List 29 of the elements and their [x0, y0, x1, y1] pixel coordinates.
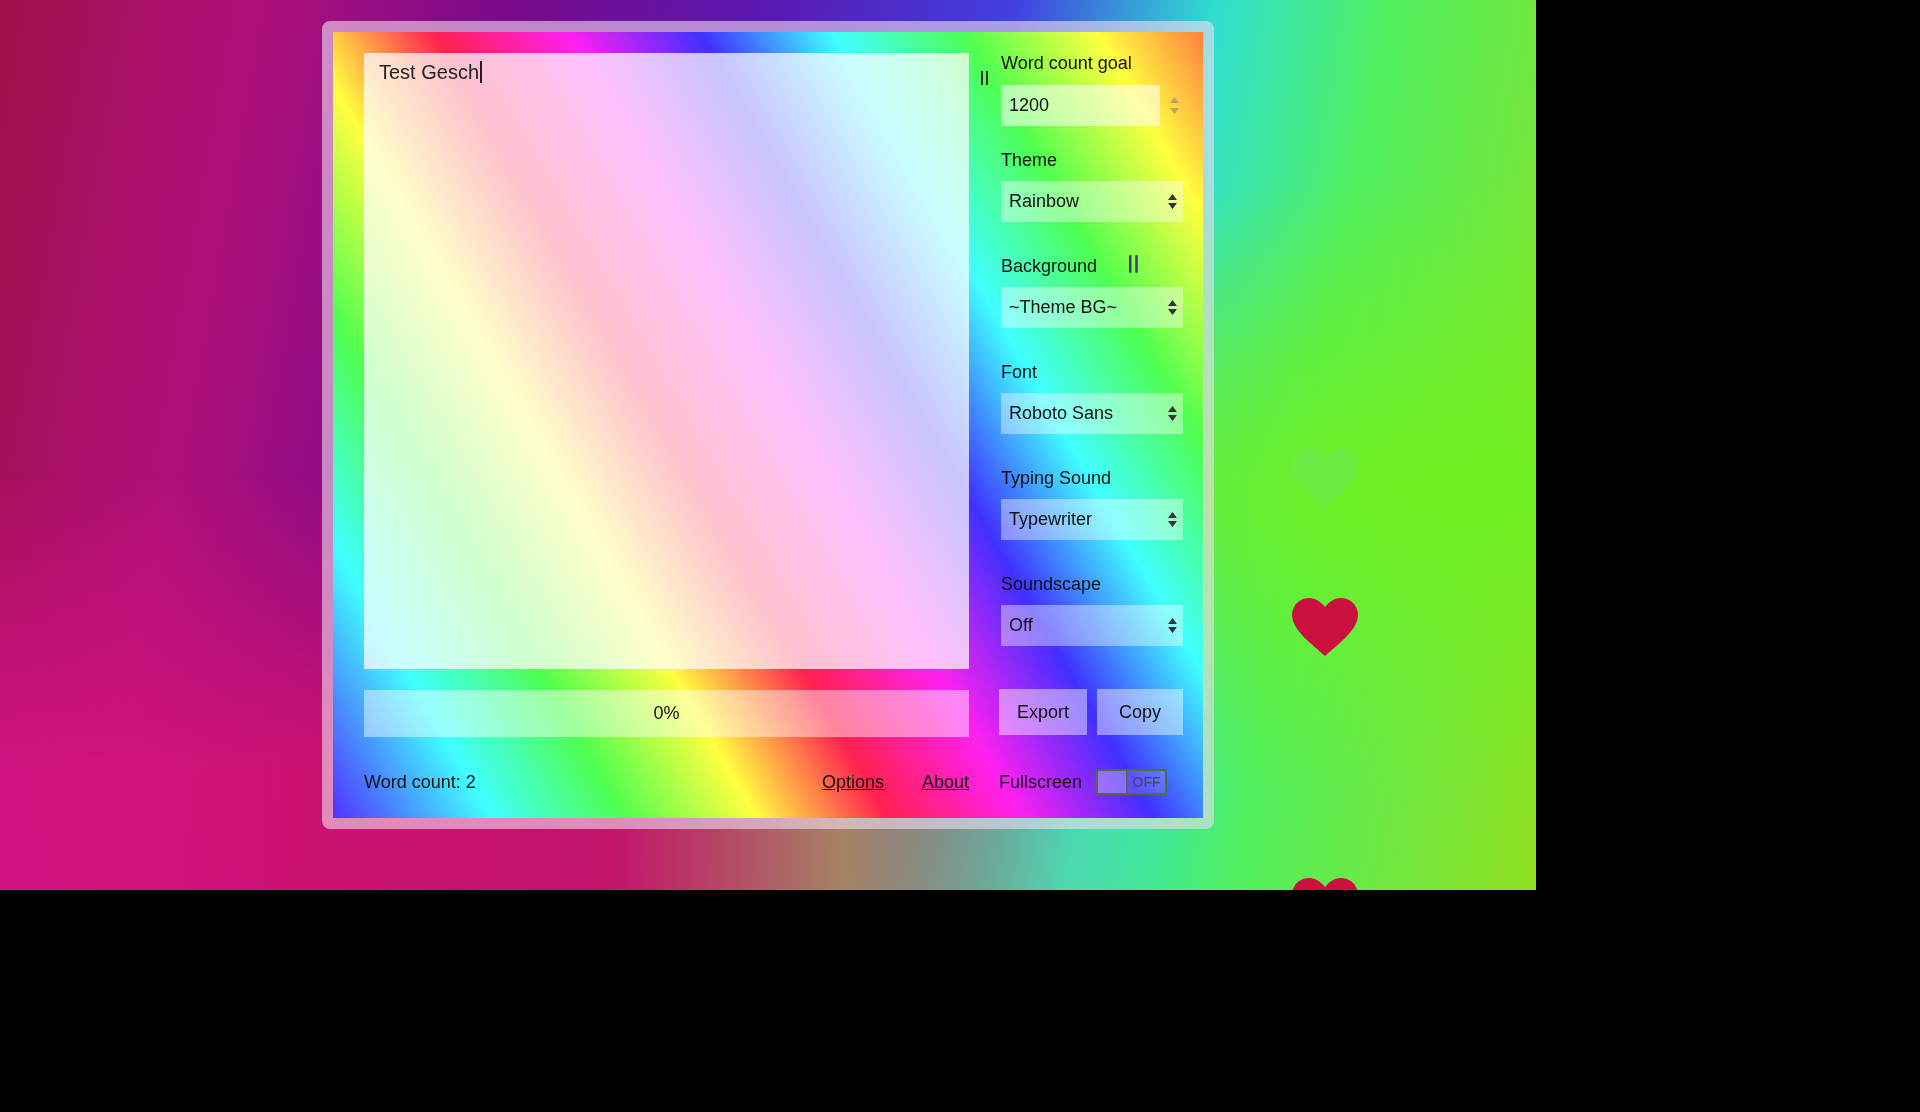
footer-link[interactable]: Options: [821, 771, 884, 793]
pause-icon[interactable]: [1129, 254, 1140, 273]
action-button[interactable]: Export: [999, 689, 1088, 735]
pause-icon[interactable]: [981, 71, 989, 85]
dropdown[interactable]: ~Theme BG~: [1001, 287, 1183, 328]
dropdown[interactable]: Roboto Sans: [1001, 393, 1183, 434]
dropdown[interactable]: Rainbow: [1001, 181, 1183, 222]
up-down-arrows-icon: [1168, 618, 1177, 633]
editor-field[interactable]: Test Gesch: [364, 53, 969, 669]
dropdown[interactable]: Typewriter: [1001, 499, 1183, 540]
action-button[interactable]: Copy: [1097, 689, 1183, 735]
dropdown[interactable]: Off: [1001, 605, 1183, 646]
up-down-arrows-icon: [1168, 194, 1177, 209]
heart-icon: [1292, 449, 1358, 507]
up-down-arrows-icon: [1168, 406, 1177, 421]
number-input-field[interactable]: 1200: [1001, 85, 1160, 126]
word-count: Word count: 2: [364, 771, 476, 793]
up-down-arrows-icon: [1168, 300, 1177, 315]
up-down-arrows-icon: [1168, 512, 1177, 527]
field-label: Word count goal: [1001, 53, 1133, 75]
fullscreen-label: Fullscreen: [999, 771, 1083, 793]
footer-link[interactable]: About: [921, 771, 969, 793]
field-label: Theme: [1001, 149, 1058, 171]
progress-reading: 0%: [653, 703, 680, 724]
field-label: Typing Sound: [1001, 467, 1112, 489]
field-label: Font: [1001, 361, 1038, 383]
field-label: Soundscape: [1001, 573, 1102, 595]
field-label: Background: [1001, 255, 1098, 277]
heart-icon: [1292, 598, 1358, 656]
